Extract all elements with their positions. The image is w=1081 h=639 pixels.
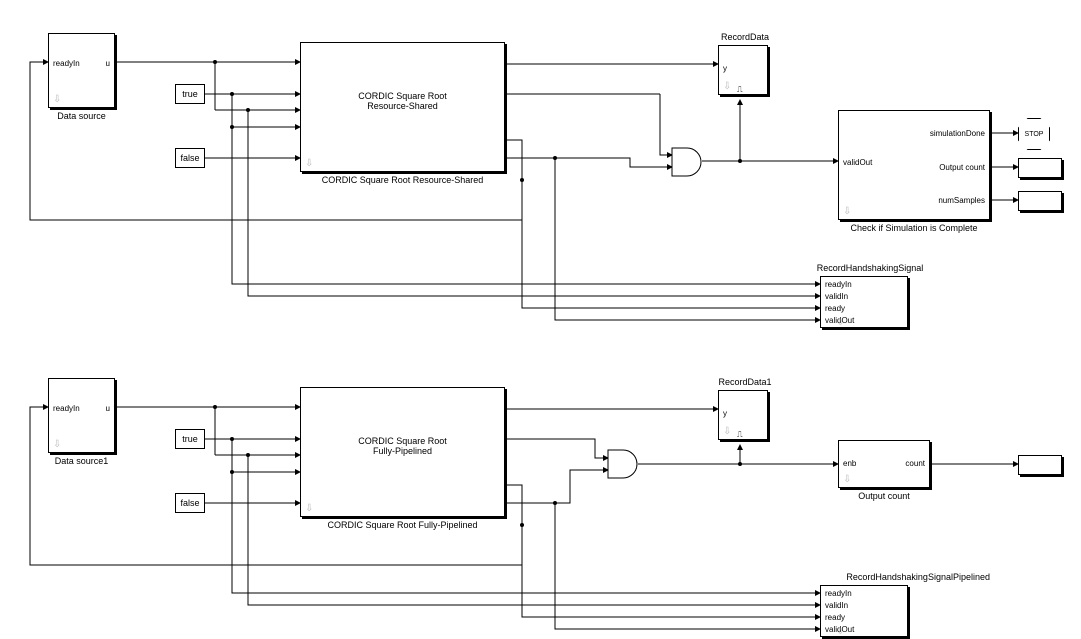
label-check-sim: Check if Simulation is Complete: [838, 223, 990, 233]
badge-icon: ⇩: [723, 426, 731, 437]
label-cordic-rs: CORDIC Square Root Resource-Shared: [300, 175, 505, 185]
port-validout-in: validOut: [843, 158, 872, 167]
label-handshake: RecordHandshakingSignal: [790, 263, 950, 273]
display-count[interactable]: [1018, 455, 1062, 475]
label-data-source: Data source: [48, 111, 115, 121]
hs-validin: validIn: [825, 601, 848, 610]
block-handshake[interactable]: readyIn validIn ready validOut ⇩: [820, 276, 908, 328]
port-u: u: [106, 59, 110, 68]
label-handshake-pipe: RecordHandshakingSignalPipelined: [790, 572, 990, 582]
port-y: y: [723, 409, 727, 418]
const-false-1[interactable]: false: [175, 493, 205, 513]
port-readyin: readyIn: [53, 59, 80, 68]
port-simdone: simulationDone: [930, 129, 985, 138]
block-data-source1[interactable]: readyIn u ⇩: [48, 378, 115, 453]
hs-readyin: readyIn: [825, 280, 852, 289]
block-data-source[interactable]: readyIn u ⇩: [48, 33, 115, 108]
block-cordic-fp[interactable]: CORDIC Square Root Fully-Pipelined ⇩: [300, 387, 505, 517]
trigger-icon: ⎍: [737, 430, 743, 440]
label-record-data1: RecordData1: [700, 377, 790, 387]
badge-icon: ⇩: [723, 81, 731, 92]
badge-icon: ⇩: [837, 627, 844, 636]
port-y: y: [723, 64, 727, 73]
badge-icon: ⇩: [305, 503, 313, 514]
port-u: u: [106, 404, 110, 413]
display-outcount[interactable]: [1018, 158, 1062, 178]
hs-validin: validIn: [825, 292, 848, 301]
hs-ready: ready: [825, 613, 845, 622]
label-data-source1: Data source1: [48, 456, 115, 466]
block-cordic-rs[interactable]: CORDIC Square Root Resource-Shared ⇩: [300, 42, 505, 172]
block-record-data1[interactable]: y ⇩ ⎍: [718, 390, 768, 440]
badge-icon: ⇩: [843, 206, 851, 217]
cordic-title-2: Resource-Shared: [301, 101, 504, 111]
display-numsamples[interactable]: [1018, 191, 1062, 211]
cordic-title-2: Fully-Pipelined: [301, 446, 504, 456]
const-false[interactable]: false: [175, 148, 205, 168]
trigger-icon: ⎍: [737, 85, 743, 95]
label-cordic-fp: CORDIC Square Root Fully-Pipelined: [300, 520, 505, 530]
badge-icon: ⇩: [837, 318, 844, 327]
block-check-sim[interactable]: validOut simulationDone Output count num…: [838, 110, 990, 220]
badge-icon: ⇩: [843, 474, 851, 485]
port-readyin: readyIn: [53, 404, 80, 413]
cordic-title-1: CORDIC Square Root: [301, 91, 504, 101]
block-record-data[interactable]: y ⇩ ⎍: [718, 45, 768, 95]
port-count: count: [905, 459, 925, 468]
port-outcount: Output count: [939, 163, 985, 172]
const-true[interactable]: true: [175, 84, 205, 104]
badge-icon: ⇩: [305, 158, 313, 169]
port-enb: enb: [843, 459, 856, 468]
block-output-count[interactable]: enb count ⇩: [838, 440, 930, 488]
stop-text: STOP: [1025, 131, 1044, 138]
label-record-data: RecordData: [700, 32, 790, 42]
label-output-count: Output count: [838, 491, 930, 501]
const-true-1[interactable]: true: [175, 429, 205, 449]
block-handshake-pipe[interactable]: readyIn validIn ready validOut ⇩: [820, 585, 908, 637]
badge-icon: ⇩: [53, 439, 61, 450]
hs-ready: ready: [825, 304, 845, 313]
cordic-title-1: CORDIC Square Root: [301, 436, 504, 446]
hs-readyin: readyIn: [825, 589, 852, 598]
port-numsamples: numSamples: [938, 196, 985, 205]
badge-icon: ⇩: [53, 94, 61, 105]
